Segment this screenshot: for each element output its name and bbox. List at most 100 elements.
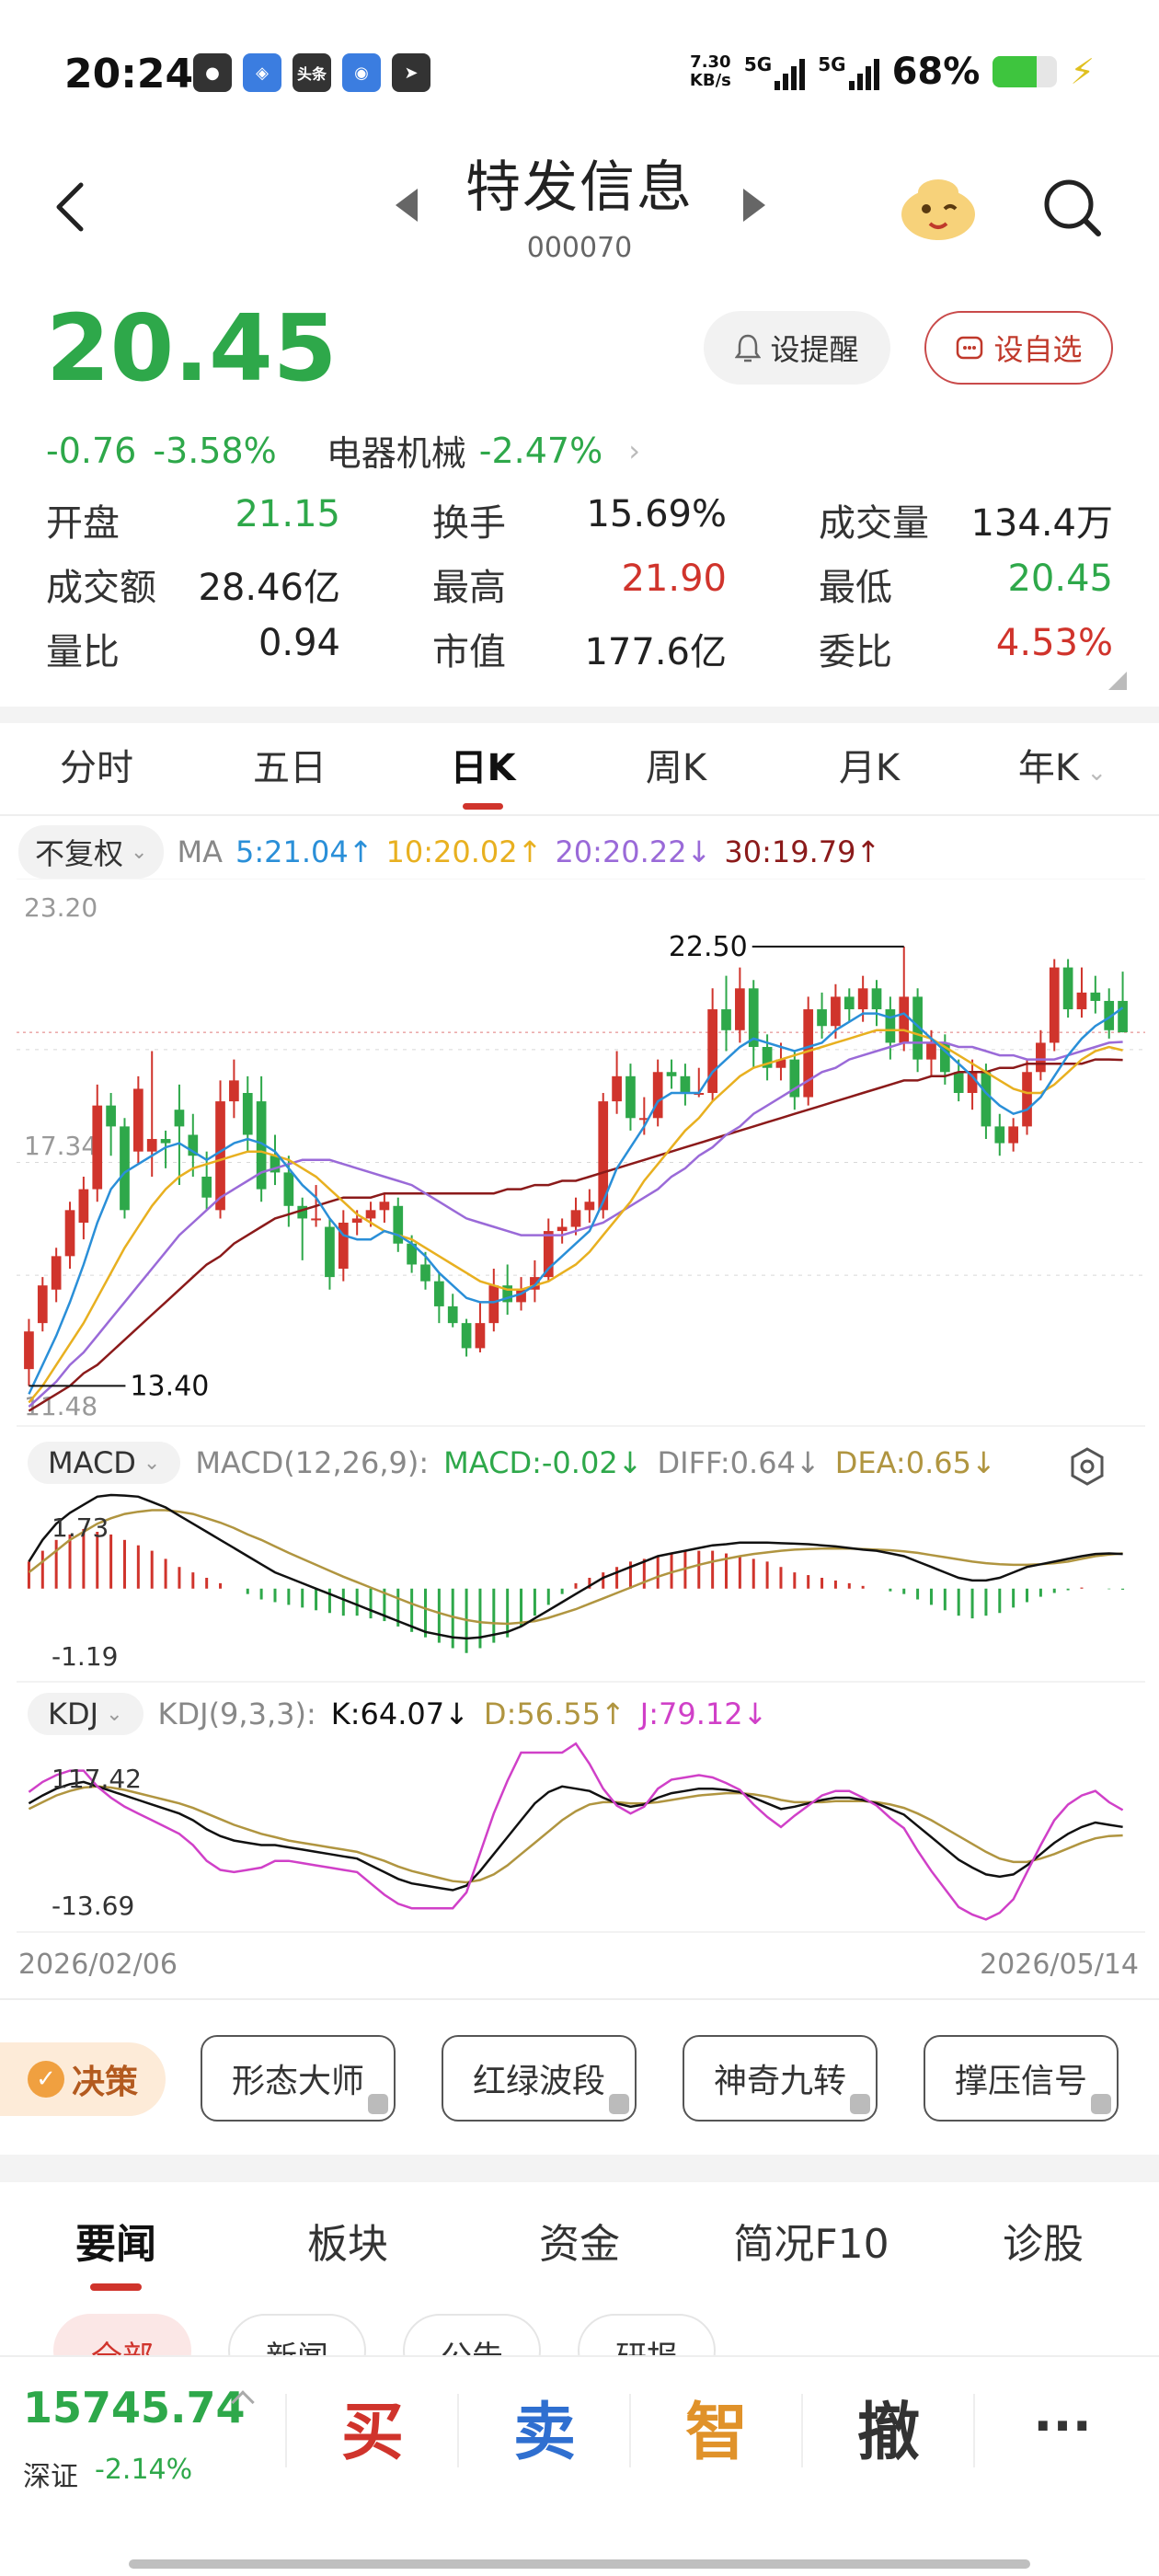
change-line[interactable]: -0.76 -3.58% 电器机械 -2.47% › [46,425,640,476]
candle-body [311,1218,321,1221]
candle-body [92,1105,103,1190]
battery-icon [993,56,1058,87]
expand-corner-icon[interactable] [1108,672,1127,690]
period-tab-label: 分时 [60,747,133,789]
candle-body [557,1226,568,1232]
kdj-select-label: KDJ [48,1696,99,1731]
news-tab[interactable]: 简况F10 [695,2199,927,2291]
decision-icon: ✓ [27,2061,64,2098]
stat-cell: 最低 20.45 [819,558,1113,611]
kdj-k-value: K:64.07↓ [330,1696,469,1731]
candle-body [242,1093,253,1135]
decision-tool-button[interactable]: 神奇九转 [683,2035,878,2122]
period-tab[interactable]: 分时 [0,727,193,810]
macd-axis-bottom: -1.19 [52,1641,118,1672]
more-button[interactable]: ··· [980,2371,1145,2481]
candle-body [283,1172,294,1206]
divider [285,2394,287,2467]
ma5-value: 5:21.04↑ [235,834,373,869]
stat-cell: 最高 21.90 [432,558,727,611]
stat-cell: 市值 177.6亿 [432,622,727,675]
period-tab[interactable]: 日K [386,727,580,810]
smart-button[interactable]: 智 [634,2371,799,2481]
decision-tool-button[interactable]: 红绿波段 [442,2035,637,2122]
price-change: -0.76 [46,430,137,471]
search-icon[interactable] [1039,175,1104,239]
home-indicator[interactable] [129,2559,1030,2569]
battery-percent: 68% [891,51,981,93]
stat-value: 28.46亿 [198,567,340,609]
decision-tool-label: 红绿波段 [472,2063,605,2100]
set-alert-button[interactable]: 设提醒 [704,311,890,385]
candle-body [1022,1072,1032,1127]
charging-icon: ⚡ [1070,52,1095,92]
current-price: 20.45 [46,294,338,402]
period-tab[interactable]: 周K [580,727,773,810]
news-tab[interactable]: 要闻 [0,2199,232,2291]
candle-body [926,1042,936,1060]
date-end: 2026/05/14 [980,1949,1139,1981]
index-value[interactable]: 15745.74 [23,2383,246,2432]
kline-chart[interactable]: 23.2017.3411.4822.5013.401.73-1.19117.42… [0,879,1159,1946]
candle-body [215,1101,225,1211]
stat-label: 委比 [819,631,892,673]
ma20-value: 20:20.22↓ [555,834,712,869]
dea-value: DEA:0.65↓ [834,1445,996,1480]
lock-icon [609,2094,629,2114]
period-tab[interactable]: 月K [773,727,966,810]
candle-body [612,1075,622,1102]
ma30-value: 30:19.79↑ [724,834,881,869]
sell-button[interactable]: 卖 [462,2371,627,2481]
candle-body [37,1285,48,1324]
price-change-pct: -3.58% [153,430,277,471]
candle-body [64,1210,75,1257]
chart-divider [0,1998,1159,2000]
kdj-legend: KDJ ⌄ KDJ(9,3,3): K:64.07↓ D:56.55↑ J:79… [28,1693,767,1735]
net-speed-value: 7.30 [690,52,731,72]
candle-body [666,1072,677,1076]
index-change: -2.14% [95,2454,193,2486]
candle-body [652,1072,663,1119]
macd-params: MACD(12,26,9): [195,1445,430,1480]
ma-legend: 不复权 ⌄ MA 5:21.04↑ 10:20.02↑ 20:20.22↓ 30… [18,825,881,879]
macd-select[interactable]: MACD ⌄ [28,1442,181,1484]
index-name: 深证 [23,2461,78,2493]
news-tab[interactable]: 资金 [464,2199,695,2291]
status-app-icons: ● ◈ 头条 ◉ ➤ [193,53,430,92]
candle-body [325,1226,335,1278]
period-tab[interactable]: 五日 [193,727,386,810]
candle-body [625,1075,636,1119]
news-tab[interactable]: 板块 [232,2199,464,2291]
decision-badge[interactable]: ✓ 决策 [0,2042,166,2116]
chevron-down-icon: ⌄ [143,1451,161,1475]
signal-bars-icon [775,59,806,90]
divider [973,2394,975,2467]
candle-body [1036,1042,1046,1073]
stat-value: 20.45 [1007,558,1113,600]
candle-body [1118,1000,1128,1033]
signal-bars-icon [848,59,879,90]
news-tab[interactable]: 诊股 [927,2199,1159,2291]
mascot-icon[interactable] [897,170,980,244]
period-tab-label: 五日 [253,747,327,789]
news-tabs: 要闻 板块 资金 简况F10 诊股 [0,2199,1159,2291]
stat-cell: 成交量 134.4万 [819,493,1113,546]
adjust-select[interactable]: 不复权 ⌄ [18,825,165,879]
sector-change-pct: -2.47% [478,430,603,471]
stats-grid: 开盘 21.15 换手 15.69% 成交量 134.4万 成交额 28.46亿 最高 21.90… [46,488,1113,681]
bell-icon [735,334,762,362]
cancel-order-button[interactable]: 撤 [806,2371,971,2481]
divider [457,2394,459,2467]
add-watchlist-button[interactable]: 设自选 [924,311,1113,385]
buy-button[interactable]: 买 [290,2371,455,2481]
kdj-select[interactable]: KDJ ⌄ [28,1693,143,1735]
candle-body [174,1110,185,1127]
decision-tool-button[interactable]: 形态大师 [201,2035,396,2122]
decision-tool-button[interactable]: 撑压信号 [924,2035,1119,2122]
stats-row: 开盘 21.15 换手 15.69% 成交量 134.4万 [46,488,1113,552]
gear-icon[interactable] [1067,1446,1107,1487]
toutiao-icon: 头条 [293,53,331,92]
candle-body [201,1176,212,1198]
period-tab[interactable]: 年K ⌄ [966,727,1159,810]
macd-value: MACD:-0.02↓ [443,1445,643,1480]
